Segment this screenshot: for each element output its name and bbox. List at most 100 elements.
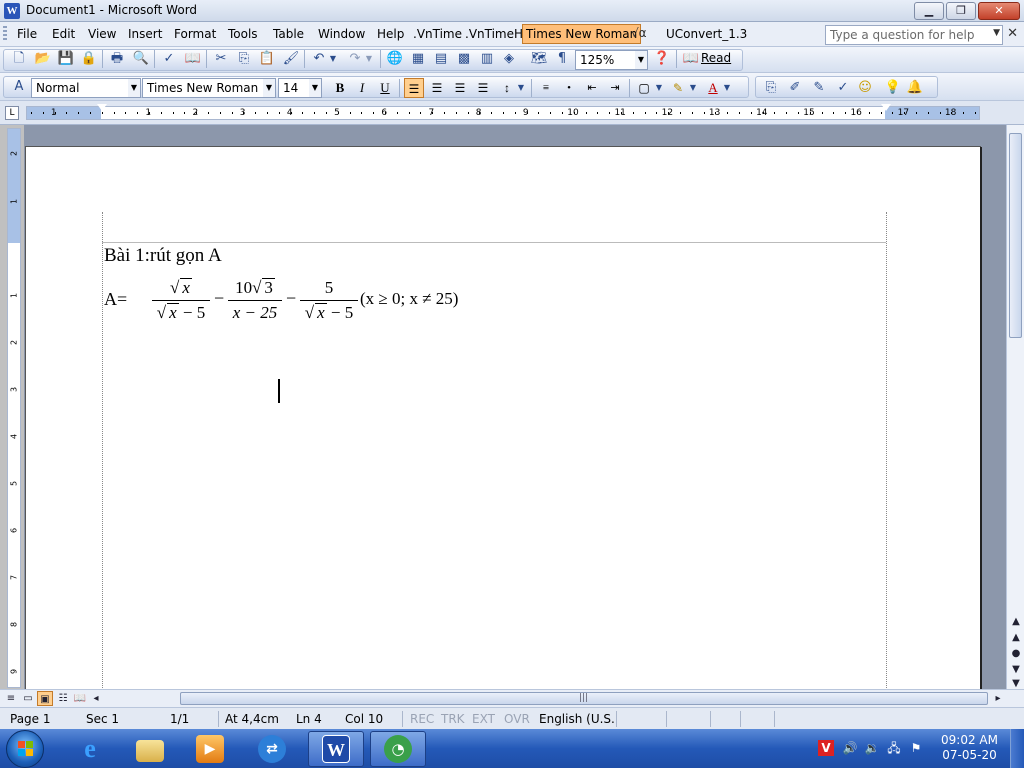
status-at[interactable]: At 4,4cm [225,712,279,726]
permission-icon[interactable]: 🔒 [80,50,98,68]
system-clock[interactable]: 09:02 AM 07-05-20 [941,733,998,763]
status-language[interactable]: English (U.S. [539,712,615,726]
font-color-icon[interactable]: A [703,78,723,98]
menu-table[interactable]: Table [273,27,304,41]
equation-sqrt-icon[interactable]: √α [631,26,647,40]
draw-icon[interactable]: ✐ [786,79,804,97]
normal-view-icon[interactable]: ≡ [3,691,19,706]
status-line[interactable]: Ln 4 [296,712,322,726]
menu-insert[interactable]: Insert [128,27,162,41]
print-icon[interactable]: 🖶 [108,50,126,68]
line-spacing-icon[interactable]: ↕ [497,78,517,98]
status-section[interactable]: Sec 1 [86,712,119,726]
vertical-scroll-thumb[interactable] [1009,133,1022,338]
word-app-icon[interactable]: W [4,3,20,19]
font-color-dropdown-icon[interactable]: ▼ [722,79,732,97]
status-ext[interactable]: EXT [472,712,495,726]
print-layout-icon[interactable]: ▣ [37,691,53,706]
show-hide-icon[interactable]: ¶ [553,50,571,68]
align-right-icon[interactable]: ☰ [450,78,470,98]
open-folder-icon[interactable]: 📂 [34,50,52,68]
tab-selector-icon[interactable]: L [5,106,19,120]
chevron-down-icon[interactable]: ▼ [263,79,275,97]
document-map-icon[interactable]: 🗺 [530,50,548,68]
menu-vntimeh[interactable]: .VnTimeH [465,27,523,41]
next-page-icon[interactable]: ▼ [1009,663,1023,677]
scroll-up-extra-icon[interactable]: ▲ [1009,631,1023,645]
vertical-ruler[interactable]: 2 1 1 2 3 4 5 6 7 8 9 [7,128,21,688]
insert-table-icon[interactable]: ▤ [432,50,450,68]
document-close-icon[interactable]: ✕ [1007,26,1018,41]
help-search-input[interactable]: Type a question for help ▼ [825,25,1003,45]
font-select[interactable]: Times New Roman ▼ [142,78,276,98]
select-browse-object-icon[interactable]: ● [1009,647,1023,661]
bullets-icon[interactable]: • [559,78,579,98]
undo-dropdown-icon[interactable]: ▼ [328,50,338,68]
taskbar-teamviewer[interactable]: ⇄ [244,731,300,767]
document-page[interactable]: Bài 1:rút gọn A A= √ x √ x − 5 − 10√ 3 x − … [26,147,980,689]
drawing-icon[interactable]: ◈ [500,50,518,68]
cut-icon[interactable]: ✂ [212,50,230,68]
menu-uconvert[interactable]: UConvert_1.3 [666,27,747,41]
taskbar-internet-explorer[interactable]: e [62,731,118,767]
unikey-icon[interactable]: V [818,740,834,756]
copy-icon[interactable]: ⎘ [235,50,253,68]
read-book-icon[interactable]: 📖 [682,50,700,68]
line-spacing-dropdown-icon[interactable]: ▼ [516,79,526,97]
menu-file[interactable]: File [17,27,37,41]
web-layout-icon[interactable]: ▭ [20,691,36,706]
right-indent-icon[interactable] [881,104,891,111]
chevron-down-icon[interactable]: ▼ [993,28,1000,38]
taskbar-explorer[interactable] [122,731,178,767]
volume-icon[interactable]: 🔉 [864,740,880,756]
border-icon[interactable]: ▢ [634,78,654,98]
lightbulb-icon[interactable]: 💡 [884,79,902,97]
redo-icon[interactable]: ↷ [346,50,364,68]
increase-indent-icon[interactable]: ⇥ [605,78,625,98]
chevron-down-icon[interactable]: ▼ [635,51,647,69]
format-painter-icon[interactable]: 🖌 [282,50,300,68]
close-button[interactable]: ✕ [978,2,1020,20]
new-document-icon[interactable]: 🗋 [10,50,28,68]
hyperlink-icon[interactable]: 🌐 [386,50,404,68]
copy-format-icon[interactable]: ⎘ [762,79,780,97]
underline-button[interactable]: U [375,78,395,98]
decrease-indent-icon[interactable]: ⇤ [582,78,602,98]
status-trk[interactable]: TRK [441,712,465,726]
horizontal-ruler[interactable]: 1123456789101112131415161718 [26,104,980,120]
chevron-down-icon[interactable]: ▼ [309,79,321,97]
menu-grip[interactable] [3,26,7,42]
menu-edit[interactable]: Edit [52,27,75,41]
taskbar-coccoc[interactable]: ◔ [370,731,426,767]
paste-icon[interactable]: 📋 [258,50,276,68]
menu-window[interactable]: Window [318,27,365,41]
tables-borders-icon[interactable]: ▦ [409,50,427,68]
scroll-right-icon[interactable]: ▸ [990,691,1006,706]
status-page[interactable]: Page 1 [10,712,51,726]
align-left-icon[interactable]: ☰ [404,78,424,98]
bold-button[interactable]: B [330,78,350,98]
menu-vntime[interactable]: .VnTime [413,27,462,41]
start-button[interactable] [6,730,44,768]
scroll-left-icon[interactable]: ◂ [88,691,104,706]
reading-layout-icon[interactable]: 📖 [72,691,88,706]
highlight-icon[interactable]: ✎ [668,78,688,98]
menu-times-new-roman[interactable]: Times New Roman [522,24,642,44]
status-pages[interactable]: 1/1 [170,712,189,726]
menu-view[interactable]: View [88,27,116,41]
chevron-down-icon[interactable]: ▼ [128,79,140,97]
status-ovr[interactable]: OVR [504,712,530,726]
action-center-icon[interactable]: ⚑ [908,740,924,756]
spelling-icon[interactable]: ✓ [160,50,178,68]
border-dropdown-icon[interactable]: ▼ [654,79,664,97]
taskbar-word[interactable]: W [308,731,364,767]
numbering-icon[interactable]: ≡ [536,78,556,98]
menu-format[interactable]: Format [174,27,216,41]
print-preview-icon[interactable]: 🔍 [132,50,150,68]
columns-icon[interactable]: ▥ [478,50,496,68]
undo-icon[interactable]: ↶ [310,50,328,68]
vertical-scrollbar[interactable]: ▲ ▲ ● ▼ ▼ [1006,125,1024,689]
save-icon[interactable]: 💾 [57,50,75,68]
taskbar-media-player[interactable]: ▶ [182,731,238,767]
menu-help[interactable]: Help [377,27,404,41]
